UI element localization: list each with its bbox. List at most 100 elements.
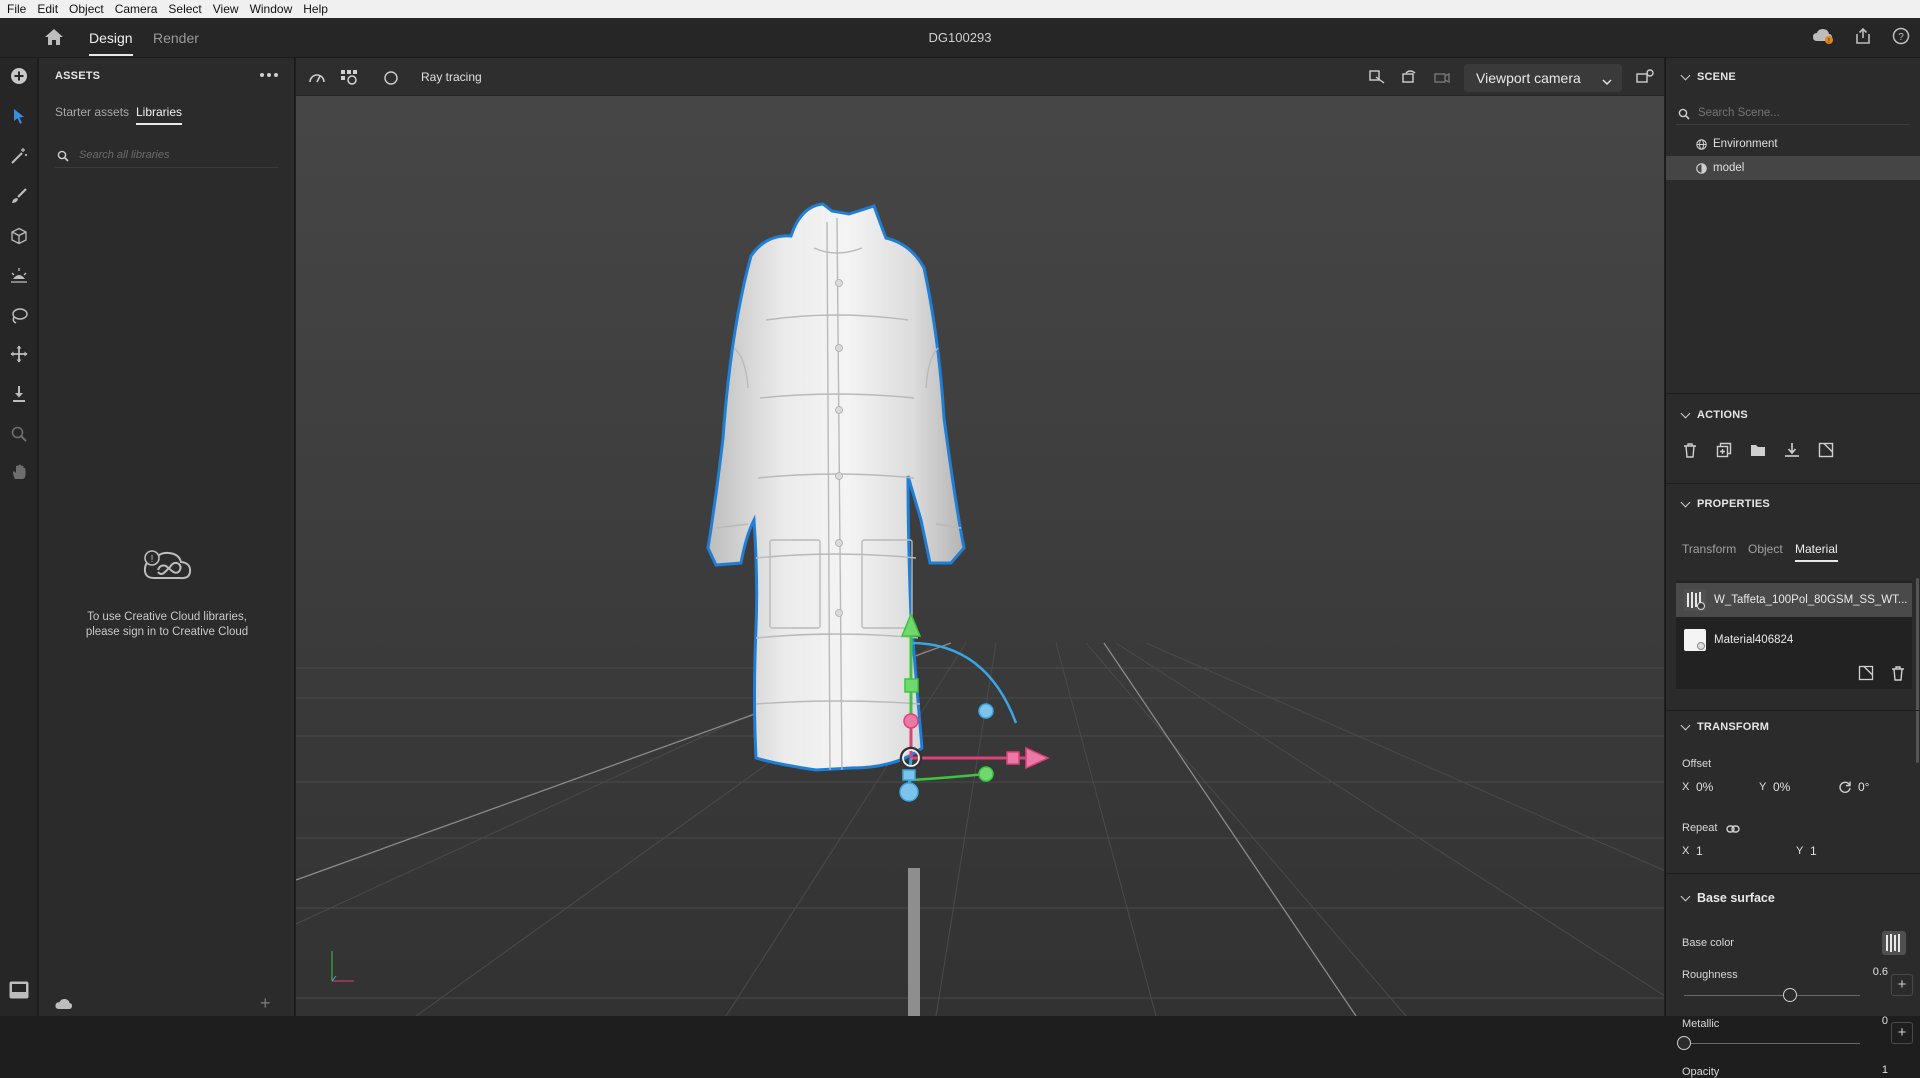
metallic-add-map-button[interactable]: +	[1891, 1022, 1913, 1044]
repeat-x-value[interactable]: 1	[1696, 844, 1703, 858]
menu-edit[interactable]: Edit	[30, 2, 62, 16]
chevron-down-icon	[1680, 70, 1691, 80]
ray-tracing-toggle[interactable]	[384, 71, 398, 88]
opacity-value[interactable]: 1	[1858, 1064, 1888, 1076]
delete-material-icon[interactable]	[1890, 665, 1906, 684]
frame-selection-icon[interactable]	[1368, 69, 1386, 88]
tab-object[interactable]: Object	[1748, 542, 1783, 556]
opacity-label: Opacity	[1682, 1066, 1720, 1078]
delete-icon[interactable]	[1682, 442, 1698, 461]
tab-starter-assets[interactable]: Starter assets	[55, 105, 129, 119]
roughness-slider-track[interactable]	[1684, 995, 1860, 996]
offset-x-value[interactable]: 0%	[1696, 780, 1713, 794]
home-icon[interactable]	[44, 28, 64, 49]
search-icon	[57, 150, 69, 162]
tab-material[interactable]: Material	[1795, 542, 1838, 562]
material-name: W_Taffeta_100Pol_80GSM_SS_WT...	[1714, 594, 1908, 606]
material-item-406824[interactable]: Material406824	[1676, 623, 1912, 657]
svg-text:!: !	[151, 554, 154, 565]
performance-gauge-icon[interactable]	[308, 70, 326, 87]
menu-window[interactable]: Window	[243, 2, 297, 16]
divider	[1666, 710, 1920, 711]
select-tool-icon[interactable]	[9, 106, 29, 126]
actions-section-header[interactable]: ACTIONS	[1680, 408, 1748, 421]
roughness-label: Roughness	[1682, 969, 1738, 981]
light-icon[interactable]	[9, 266, 29, 286]
viewport-toolbar: Ray tracing Viewport camera	[296, 58, 1664, 96]
repeat-y-value[interactable]: 1	[1810, 844, 1817, 858]
actions-toolbar	[1682, 442, 1834, 461]
menu-file[interactable]: File	[0, 2, 30, 16]
duplicate-icon[interactable]	[1716, 442, 1732, 461]
ray-tracing-label: Ray tracing	[421, 70, 482, 84]
roughness-value[interactable]: 0.6	[1858, 966, 1888, 978]
camera-settings-icon[interactable]	[1636, 69, 1654, 88]
offset-y-value[interactable]: 0%	[1773, 780, 1790, 794]
camera-select-value: Viewport camera	[1476, 70, 1581, 86]
scene-search-input[interactable]	[1698, 107, 1898, 119]
drop-to-floor-icon[interactable]	[1784, 442, 1800, 461]
properties-scrollbar[interactable]	[1916, 578, 1919, 763]
properties-section-header[interactable]: PROPERTIES	[1680, 497, 1770, 510]
tab-design[interactable]: Design	[89, 30, 133, 56]
move-icon[interactable]	[9, 344, 29, 364]
magic-wand-icon[interactable]	[9, 146, 29, 166]
camera-bookmark-icon[interactable]	[1432, 69, 1450, 88]
sign-in-message-line-2: please sign in to Creative Cloud	[85, 626, 249, 638]
properties-title: PROPERTIES	[1697, 498, 1770, 510]
transform-section-header[interactable]: TRANSFORM	[1680, 720, 1769, 733]
cube-icon[interactable]	[9, 226, 29, 246]
drop-to-floor-icon[interactable]	[9, 384, 29, 404]
render-settings-icon[interactable]	[340, 69, 358, 88]
scene-render[interactable]	[296, 58, 1664, 1016]
metallic-slider-handle[interactable]	[1677, 1036, 1691, 1050]
more-options-icon[interactable]	[259, 68, 279, 82]
fabric-material-icon	[1684, 589, 1706, 611]
uv-edit-icon[interactable]	[1818, 442, 1834, 461]
menu-view[interactable]: View	[206, 2, 243, 16]
base-color-swatch[interactable]	[1882, 931, 1906, 958]
metallic-value[interactable]: 0	[1858, 1015, 1888, 1027]
edit-material-icon[interactable]	[1858, 665, 1874, 684]
base-surface-section-header[interactable]: Base surface	[1680, 891, 1775, 905]
tab-render[interactable]: Render	[153, 30, 199, 46]
3d-viewport[interactable]: Ray tracing Viewport camera	[296, 58, 1664, 1016]
tab-libraries[interactable]: Libraries	[136, 105, 183, 125]
group-folder-icon[interactable]	[1750, 442, 1766, 461]
material-item-taffeta[interactable]: W_Taffeta_100Pol_80GSM_SS_WT...	[1676, 583, 1912, 617]
help-icon[interactable]: ?	[1892, 27, 1910, 48]
panel-toggle-icon[interactable]	[9, 980, 29, 1000]
zoom-icon[interactable]	[9, 424, 29, 444]
metallic-slider-track[interactable]	[1684, 1043, 1860, 1044]
camera-orbit-icon[interactable]	[1400, 69, 1418, 88]
link-icon[interactable]	[1726, 823, 1740, 837]
cloud-sync-icon[interactable]: !	[1812, 27, 1834, 48]
scene-item-label: model	[1713, 162, 1745, 174]
lasso-icon[interactable]	[9, 306, 29, 326]
menu-select[interactable]: Select	[161, 2, 205, 16]
share-icon[interactable]	[1854, 27, 1872, 48]
cloud-library-icon[interactable]	[55, 998, 73, 1013]
camera-select[interactable]: Viewport camera	[1464, 64, 1622, 92]
scene-section-header[interactable]: SCENE	[1680, 70, 1736, 83]
paint-brush-icon[interactable]	[9, 186, 29, 206]
pan-hand-icon[interactable]	[9, 462, 29, 482]
menu-camera[interactable]: Camera	[108, 2, 162, 16]
base-color-label: Base color	[1682, 937, 1734, 949]
scene-item-model[interactable]: model	[1666, 156, 1920, 180]
menu-object[interactable]: Object	[62, 2, 108, 16]
model-icon	[1696, 162, 1707, 174]
chevron-down-icon	[1680, 891, 1691, 901]
add-icon[interactable]	[9, 66, 29, 86]
tab-transform[interactable]: Transform	[1682, 542, 1736, 556]
libraries-search-input[interactable]	[79, 149, 269, 161]
rotation-value[interactable]: 0°	[1858, 780, 1869, 794]
scene-item-label: Environment	[1713, 138, 1778, 150]
menu-help[interactable]: Help	[296, 2, 332, 16]
globe-icon	[1696, 138, 1707, 150]
add-library-icon[interactable]: +	[260, 993, 271, 1014]
scene-item-environment[interactable]: Environment	[1666, 132, 1920, 156]
roughness-slider-handle[interactable]	[1782, 988, 1797, 1002]
roughness-add-map-button[interactable]: +	[1891, 974, 1913, 996]
sign-in-message: To use Creative Cloud libraries, please …	[39, 610, 295, 640]
